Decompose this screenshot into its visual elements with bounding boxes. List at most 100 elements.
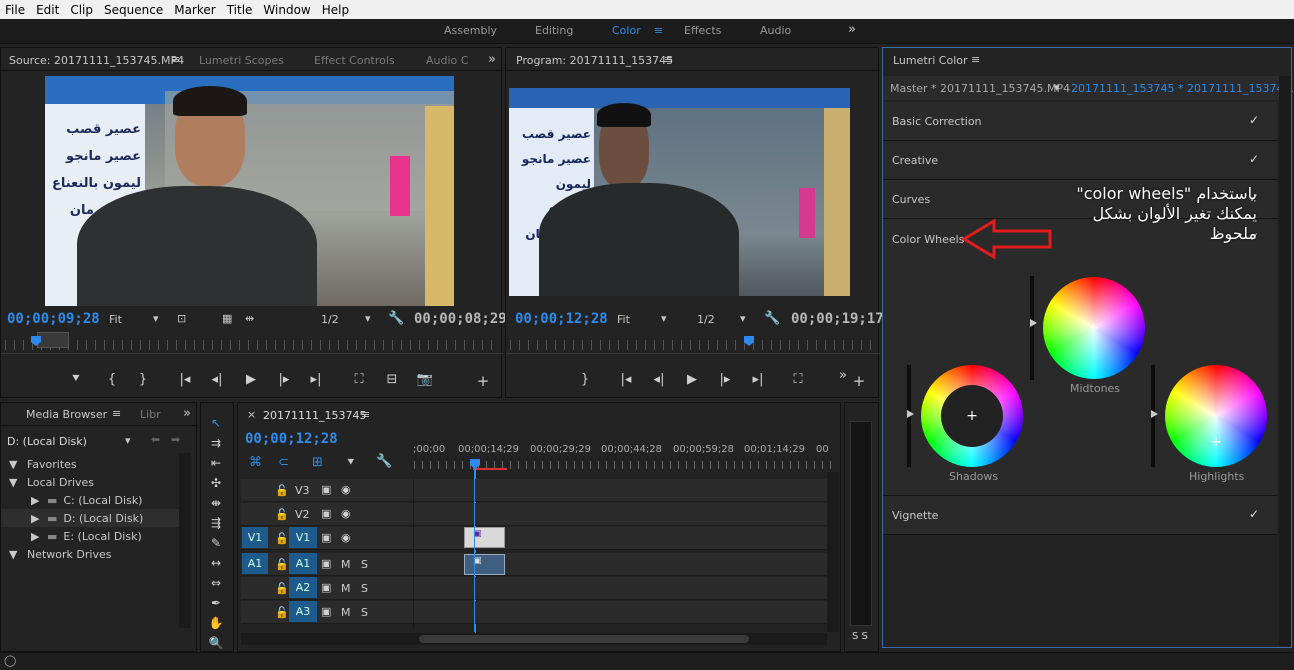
source-video-frame[interactable]: عصير قصب عصير مانجو ليمون بالنعناع عصير … <box>45 76 454 306</box>
check-icon[interactable]: ✓ <box>1249 113 1259 127</box>
zoom-tool-icon[interactable]: 🔍 <box>207 636 225 650</box>
slide-tool-icon[interactable]: ↔ <box>207 556 225 570</box>
rolling-edit-icon[interactable]: ✣ <box>207 476 225 490</box>
hand-tool-icon[interactable]: ✋ <box>207 616 225 630</box>
section-creative[interactable]: Creative ✓ <box>883 141 1277 180</box>
lock-icon[interactable]: 🔓 <box>275 484 289 497</box>
more-controls-icon[interactable]: » <box>836 368 850 383</box>
audio-clip-mixer-tab[interactable]: Audio C <box>426 54 468 67</box>
solo-button[interactable]: S <box>361 582 368 595</box>
program-time-ruler[interactable] <box>510 340 876 350</box>
eye-icon[interactable]: ◉ <box>341 531 351 544</box>
source-track-a1[interactable]: A1 <box>242 553 268 574</box>
section-vignette[interactable]: Vignette ✓ <box>883 496 1277 535</box>
source-fit-dropdown[interactable]: Fit <box>109 313 122 326</box>
wrench-icon[interactable]: 🔧 <box>764 311 780 326</box>
more-tabs-icon[interactable]: » <box>488 52 496 67</box>
midtones-color-wheel[interactable]: + <box>1043 277 1145 379</box>
menu-file[interactable]: File <box>0 3 31 17</box>
tree-drive-e[interactable]: ▶ ▬ E: (Local Disk) <box>31 530 142 543</box>
linked-selection-icon[interactable]: ⊂ <box>278 455 289 470</box>
film-icon[interactable]: ▣ <box>321 483 331 496</box>
step-back-icon[interactable]: ◂| <box>209 372 225 387</box>
shadows-slider-knob[interactable] <box>907 410 914 418</box>
track-a3[interactable]: 🔓 A3 ▣ M S <box>241 601 827 624</box>
program-tab[interactable]: Program: 20171111_153745 <box>516 54 673 67</box>
mic-icon[interactable]: ▣ <box>321 581 331 594</box>
wrench-icon[interactable]: 🔧 <box>388 311 404 326</box>
lumetri-scrollbar[interactable] <box>1279 76 1291 646</box>
tree-drive-c[interactable]: ▶ ▬ C: (Local Disk) <box>31 494 142 507</box>
track-name[interactable]: V1 <box>289 527 317 548</box>
forward-icon[interactable]: ➡ <box>171 433 180 446</box>
track-name[interactable]: A2 <box>289 577 317 598</box>
film-icon[interactable]: ▣ <box>321 507 331 520</box>
disclosure-icon[interactable]: ▼ <box>9 476 21 489</box>
more-tabs-icon[interactable]: » <box>183 406 191 421</box>
tree-drive-d[interactable]: ▶ ▬ D: (Local Disk) <box>31 512 143 525</box>
menu-marker[interactable]: Marker <box>169 3 221 17</box>
lock-icon[interactable]: 🔓 <box>275 606 289 619</box>
panel-menu-icon[interactable]: ≡ <box>361 408 370 421</box>
add-button-icon[interactable]: + <box>852 372 866 390</box>
lock-icon[interactable]: 🔓 <box>275 508 289 521</box>
drag-video-icon[interactable]: ⇹ <box>245 312 254 325</box>
film-icon[interactable]: ▣ <box>321 531 331 544</box>
shadows-color-wheel[interactable]: + <box>921 365 1023 467</box>
master-clip-tab[interactable]: Master * 20171111_153745.MP4 <box>890 82 1070 95</box>
move-tool-icon[interactable]: ⇔ <box>207 576 225 590</box>
audio-clip[interactable]: ▣ <box>464 554 505 575</box>
menu-clip[interactable]: Clip <box>65 3 99 17</box>
mute-button[interactable]: M <box>341 606 351 619</box>
solo-button[interactable]: S <box>361 606 368 619</box>
mark-in-icon[interactable]: { <box>105 372 119 387</box>
snap-icon[interactable]: ⌘ <box>249 455 262 470</box>
midtones-slider-knob[interactable] <box>1030 319 1037 327</box>
razor-icon[interactable]: ⇶ <box>207 516 225 530</box>
rate-stretch-icon[interactable]: ⇼ <box>207 496 225 510</box>
chevron-down-icon[interactable]: ▾ <box>740 312 746 325</box>
go-to-in-icon[interactable]: |◂ <box>618 372 634 387</box>
pen-tool-icon[interactable]: ✒ <box>207 596 225 610</box>
add-button-icon[interactable]: + <box>476 372 490 390</box>
sequence-tab[interactable]: 20171111_153745 <box>263 409 366 422</box>
play-icon[interactable]: ▶ <box>684 372 700 387</box>
eye-icon[interactable]: ◉ <box>341 507 351 520</box>
program-video-frame[interactable]: عصير قصب عصير مانجو ليمون بالنعناع عصير … <box>509 88 850 296</box>
video-clip[interactable]: ▣ <box>464 527 505 548</box>
media-scrollbar[interactable] <box>179 453 191 628</box>
check-icon[interactable]: ✓ <box>1249 152 1259 166</box>
panel-menu-icon[interactable]: ≡ <box>112 407 121 420</box>
disclosure-icon[interactable]: ▼ <box>9 458 21 471</box>
tree-favorites[interactable]: ▼ Favorites <box>9 458 77 471</box>
lumetri-color-tab[interactable]: Lumetri Color <box>893 54 968 67</box>
program-playhead-timecode[interactable]: 00;00;12;28 <box>515 311 608 327</box>
mute-button[interactable]: M <box>341 582 351 595</box>
chevron-down-icon[interactable]: ▾ <box>1054 81 1060 94</box>
chevron-down-icon[interactable]: ▾ <box>153 312 159 325</box>
overwrite-icon[interactable]: ⊟ <box>383 372 401 387</box>
go-to-in-icon[interactable]: |◂ <box>177 372 193 387</box>
track-a2[interactable]: 🔓 A2 ▣ M S <box>241 577 827 600</box>
frame-icon[interactable]: ▦ <box>222 312 232 325</box>
go-to-out-icon[interactable]: ▸| <box>308 372 324 387</box>
back-icon[interactable]: ⬅ <box>151 433 160 446</box>
track-v2[interactable]: 🔓 V2 ▣ ◉ <box>241 503 827 526</box>
chevron-down-icon[interactable]: ▾ <box>125 434 131 447</box>
libraries-tab[interactable]: Libr <box>140 408 161 421</box>
add-marker-icon[interactable]: ⊞ <box>312 455 323 470</box>
mic-icon[interactable]: ▣ <box>321 557 331 570</box>
disclosure-icon[interactable]: ▶ <box>31 494 43 507</box>
marker-icon[interactable]: ⯆ <box>346 455 356 470</box>
lock-icon[interactable]: 🔓 <box>275 558 289 571</box>
program-quality-dropdown[interactable]: 1/2 <box>697 313 715 326</box>
program-fit-dropdown[interactable]: Fit <box>617 313 630 326</box>
solo-button[interactable]: S <box>361 558 368 571</box>
panel-menu-icon[interactable]: ≡ <box>171 53 180 66</box>
timeline-scrollbar[interactable] <box>827 472 839 632</box>
step-forward-icon[interactable]: |▸ <box>717 372 733 387</box>
workspace-editing[interactable]: Editing <box>535 24 573 37</box>
lock-icon[interactable]: 🔓 <box>275 532 289 545</box>
chevron-down-icon[interactable]: ▾ <box>661 312 667 325</box>
midtones-slider[interactable] <box>1030 276 1034 380</box>
